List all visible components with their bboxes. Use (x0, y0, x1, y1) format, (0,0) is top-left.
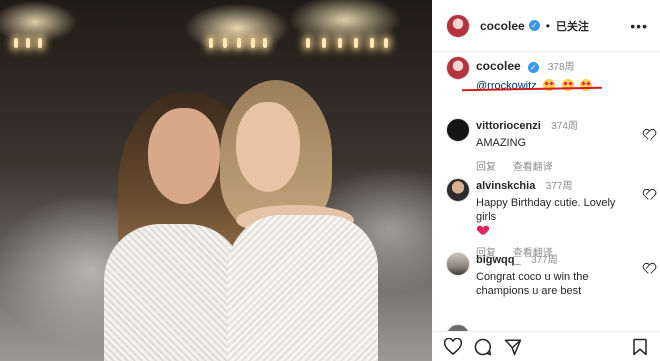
separator-dot: • (545, 18, 550, 33)
woman-right-face (236, 102, 300, 192)
commenter-username[interactable]: vittoriocenzi (476, 120, 541, 132)
like-comment-heart-icon[interactable] (643, 264, 654, 274)
woman-right-dress (228, 215, 378, 361)
heart-icon[interactable] (444, 338, 462, 355)
following-button[interactable]: 已关注 (556, 18, 589, 34)
comment-text: Happy Birthday cutie. Lovely girls (476, 196, 636, 238)
commenter-avatar[interactable] (446, 178, 470, 202)
comment-text: Congrat coco u win the champions u are b… (476, 271, 589, 297)
caption-verified-badge-icon: ✓ (527, 61, 539, 73)
heart-eyes-emoji (580, 79, 593, 91)
woman-left-face (148, 108, 220, 204)
post-photo[interactable] (0, 0, 432, 361)
verified-badge-icon: ✓ (528, 20, 540, 31)
chandelier-center (205, 0, 269, 48)
caption-author-avatar[interactable] (446, 56, 470, 80)
commenter-username[interactable]: alvinskchia (476, 180, 535, 192)
commenter-username[interactable]: bigwqq_ (476, 254, 521, 266)
caption-author-username[interactable]: cocolee (476, 59, 521, 73)
comment-timestamp[interactable]: 374周 (551, 121, 578, 132)
like-comment-heart-icon[interactable] (643, 190, 654, 200)
post-actions-bar (432, 331, 660, 361)
commenter-avatar[interactable] (446, 118, 470, 142)
more-options-icon[interactable]: ••• (630, 18, 648, 34)
caption-timestamp[interactable]: 378周 (548, 62, 575, 73)
bookmark-icon[interactable] (632, 338, 648, 356)
reply-button[interactable]: 回复 (476, 162, 496, 173)
like-comment-heart-icon[interactable] (643, 130, 654, 140)
woman-left-dress (104, 224, 244, 361)
red-heart-emoji (478, 226, 488, 235)
comment-text-body: Happy Birthday cutie. Lovely girls (476, 197, 616, 223)
comment-timestamp[interactable]: 377周 (531, 255, 558, 266)
chandelier-right (300, 0, 392, 48)
comment-timestamp[interactable]: 377周 (546, 181, 573, 192)
post-header: cocolee ✓ • 已关注 ••• (432, 0, 660, 52)
comment-text: AMAZING (476, 137, 527, 149)
see-translation-button[interactable]: 查看翻译 (513, 162, 553, 173)
post-sidebar: cocolee ✓ • 已关注 ••• cocolee ✓ 378周 @rroc… (432, 0, 660, 361)
commenter-avatar[interactable] (446, 252, 470, 276)
share-icon[interactable] (504, 338, 522, 356)
author-avatar[interactable] (446, 13, 470, 38)
comment-icon[interactable] (474, 338, 492, 356)
author-username[interactable]: cocolee (480, 19, 525, 33)
chandelier-left (10, 0, 50, 48)
